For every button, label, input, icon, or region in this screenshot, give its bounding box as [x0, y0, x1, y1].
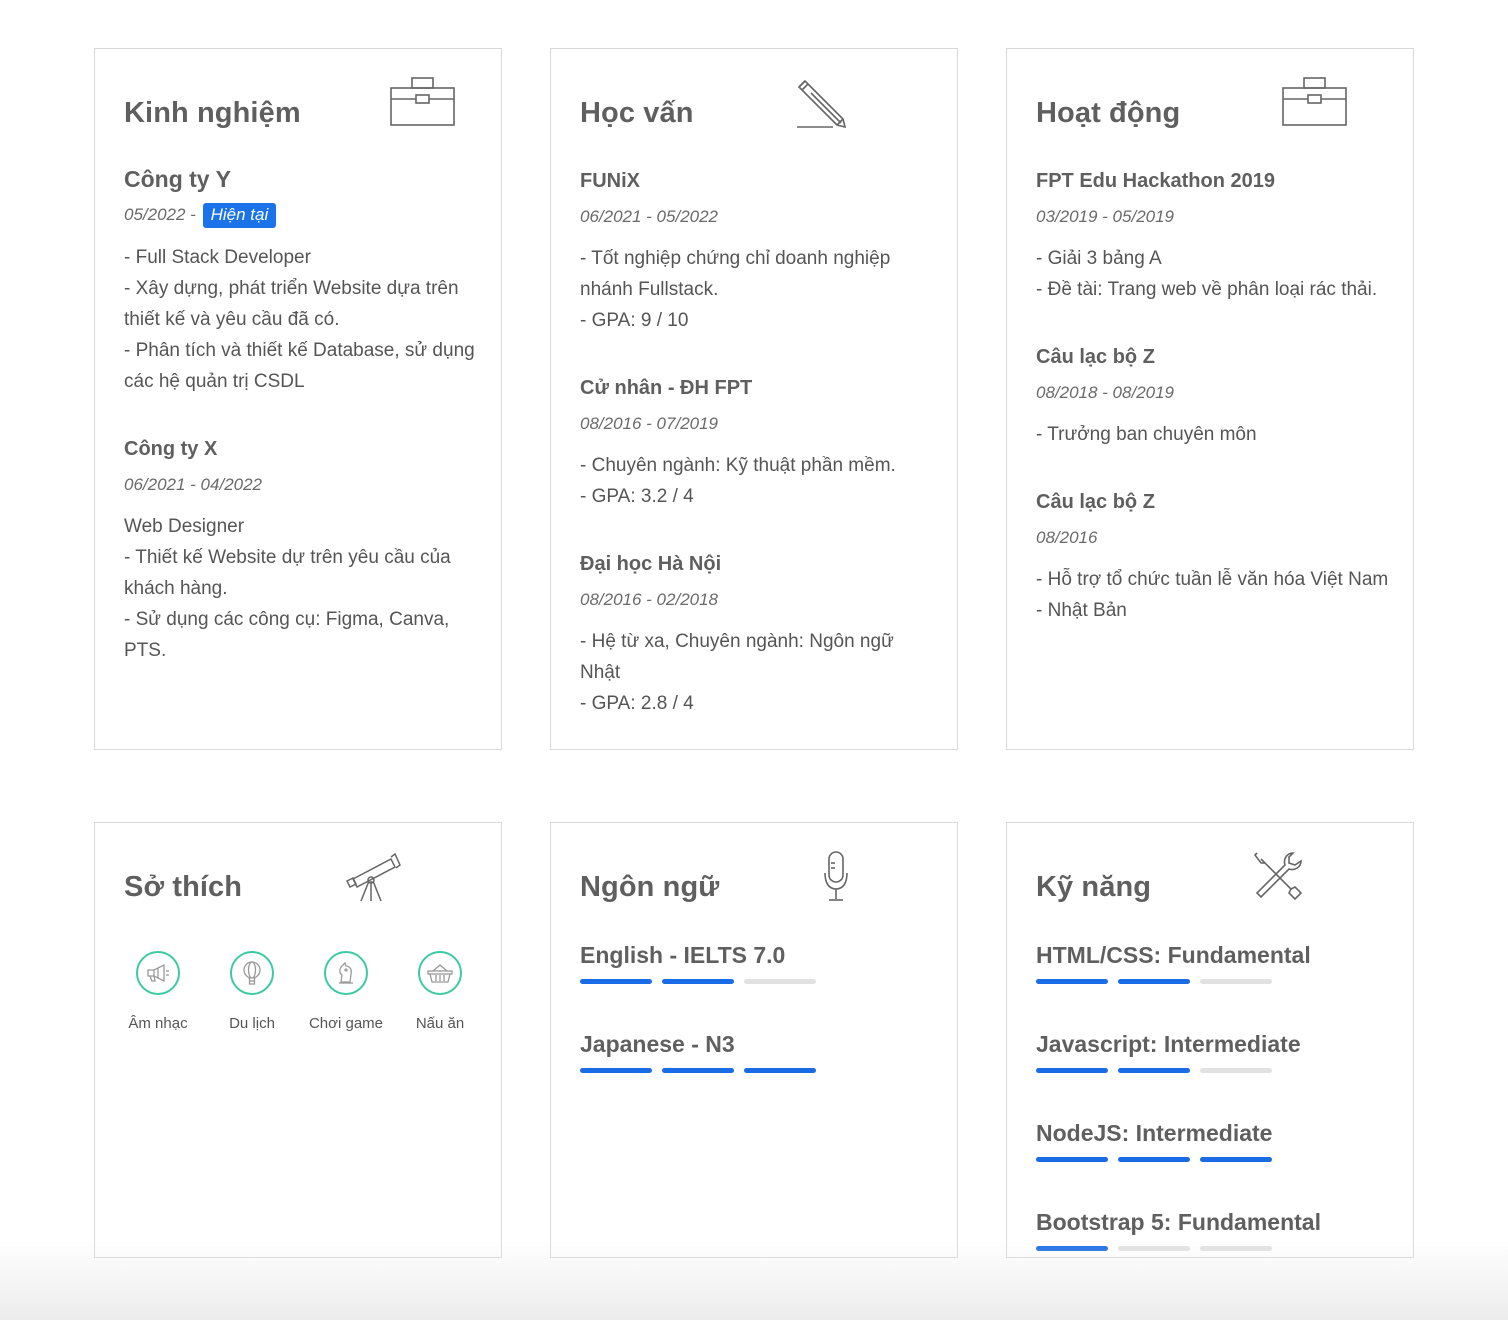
microphone-icon — [823, 851, 849, 903]
hobby-label: Nấu ăn — [415, 1015, 465, 1032]
entry-title: Công ty Y — [124, 166, 231, 192]
skills-card: Kỹ năng HTML/CSS: Fundamental Javascript… — [1006, 822, 1414, 1258]
skill-name: HTML/CSS: Fundamental — [1036, 942, 1311, 968]
hobby-label: Âm nhạc — [128, 1015, 188, 1032]
current-badge: Hiện tại — [202, 203, 277, 228]
level-bar-filled — [1036, 979, 1108, 984]
entry-date: 08/2016 — [1036, 528, 1098, 547]
level-bar-filled — [1036, 1068, 1108, 1073]
entry-title: FPT Edu Hackathon 2019 — [1036, 170, 1275, 192]
level-bar-empty — [744, 979, 816, 984]
entry-description: - Giải 3 bảng A - Đề tài: Trang web về p… — [1036, 248, 1378, 300]
basket-icon — [418, 951, 462, 995]
entry-title: Công ty X — [124, 438, 218, 460]
level-bar-filled — [1118, 979, 1190, 984]
level-bar-filled — [1118, 1157, 1190, 1162]
level-bar-empty — [1200, 1068, 1272, 1073]
briefcase-icon — [390, 77, 456, 127]
entry-title: Câu lạc bộ Z — [1036, 346, 1155, 368]
experience-title: Kinh nghiệm — [124, 97, 301, 129]
entry-description: - Tốt nghiệp chứng chỉ doanh nghiệp nhán… — [580, 248, 891, 331]
pencil-icon — [797, 79, 847, 129]
level-bar-filled — [1036, 1157, 1108, 1162]
hobby-label: Du lịch — [229, 1015, 275, 1032]
entry-date: 08/2018 - 08/2019 — [1036, 383, 1175, 402]
level-bars — [580, 979, 933, 984]
entry-description: - Hệ từ xa, Chuyên ngành: Ngôn ngữ Nhật … — [580, 631, 894, 714]
level-bars — [1036, 979, 1389, 984]
skill-item: HTML/CSS: Fundamental — [1036, 941, 1389, 984]
hobby-list: Âm nhạc Du lịch Chơi game Nấu ăn — [111, 951, 487, 1032]
skill-name: Javascript: Intermediate — [1036, 1031, 1301, 1057]
hobbies-title: Sở thích — [124, 871, 243, 903]
skill-name: Bootstrap 5: Fundamental — [1036, 1209, 1321, 1235]
language-list: English - IELTS 7.0 Japanese - N3 — [580, 941, 933, 1119]
megaphone-icon — [136, 951, 180, 995]
level-bars — [1036, 1068, 1389, 1073]
level-bar-filled — [662, 979, 734, 984]
level-bar-filled — [580, 979, 652, 984]
entry-title: FUNiX — [580, 170, 640, 192]
skill-name: NodeJS: Intermediate — [1036, 1120, 1273, 1146]
activities-title: Hoạt động — [1036, 97, 1181, 129]
level-bar-filled — [580, 1068, 652, 1073]
entry-description: - Full Stack Developer - Xây dựng, phát … — [124, 247, 475, 392]
entry-date: 06/2021 - 05/2022 — [580, 207, 719, 226]
tools-icon — [1253, 851, 1303, 901]
entry-date: 05/2022 - Hiện tại — [124, 203, 477, 228]
experience-card: Kinh nghiệm Công ty Y 05/2022 - Hiện tại… — [94, 48, 502, 750]
education-card: Học vấn FUNiX 06/2021 - 05/2022 - Tốt ng… — [550, 48, 958, 750]
level-bar-empty — [1200, 979, 1272, 984]
briefcase-icon — [1282, 77, 1348, 127]
hobby-item: Nấu ăn — [393, 951, 487, 1032]
level-bars — [1036, 1157, 1389, 1162]
entry-description: - Chuyên ngành: Kỹ thuật phần mềm. - GPA… — [580, 455, 896, 507]
page-bottom-shadow — [0, 1240, 1508, 1320]
entry-title: Cử nhân - ĐH FPT — [580, 377, 753, 399]
level-bar-filled — [1200, 1157, 1272, 1162]
entry-title: Câu lạc bộ Z — [1036, 491, 1155, 513]
entry-description: Web Designer - Thiết kế Website dự trên … — [124, 516, 451, 661]
language-item: Japanese - N3 — [580, 1030, 933, 1073]
telescope-icon — [345, 851, 401, 903]
hobby-item: Âm nhạc — [111, 951, 205, 1032]
level-bar-filled — [662, 1068, 734, 1073]
activities-card: Hoạt động FPT Edu Hackathon 2019 03/2019… — [1006, 48, 1414, 750]
skills-title: Kỹ năng — [1036, 871, 1152, 903]
entry-date: 03/2019 - 05/2019 — [1036, 207, 1175, 226]
hobby-label: Chơi game — [308, 1015, 384, 1032]
entry-date: 08/2016 - 02/2018 — [580, 590, 719, 609]
hobby-item: Chơi game — [299, 951, 393, 1032]
entry-description: - Hỗ trợ tổ chức tuần lễ văn hóa Việt Na… — [1036, 569, 1389, 621]
language-item: English - IELTS 7.0 — [580, 941, 933, 984]
skill-item: Javascript: Intermediate — [1036, 1030, 1389, 1073]
language-name: English - IELTS 7.0 — [580, 942, 786, 968]
level-bars — [580, 1068, 933, 1073]
hobby-item: Du lịch — [205, 951, 299, 1032]
balloon-icon — [230, 951, 274, 995]
chess-knight-icon — [324, 951, 368, 995]
entry-description: - Trưởng ban chuyên môn — [1036, 424, 1257, 445]
skill-item: NodeJS: Intermediate — [1036, 1119, 1389, 1162]
education-title: Học vấn — [580, 97, 694, 129]
languages-card: Ngôn ngữ English - IELTS 7.0 Japanese - … — [550, 822, 958, 1258]
level-bar-filled — [744, 1068, 816, 1073]
level-bar-filled — [1118, 1068, 1190, 1073]
entry-title: Đại học Hà Nội — [580, 553, 722, 575]
language-name: Japanese - N3 — [580, 1031, 735, 1057]
entry-date: 06/2021 - 04/2022 — [124, 475, 263, 494]
hobbies-card: Sở thích Âm nhạc Du lịch Chơi game Nấu ă… — [94, 822, 502, 1258]
entry-date: 08/2016 - 07/2019 — [580, 414, 719, 433]
languages-title: Ngôn ngữ — [580, 871, 720, 903]
